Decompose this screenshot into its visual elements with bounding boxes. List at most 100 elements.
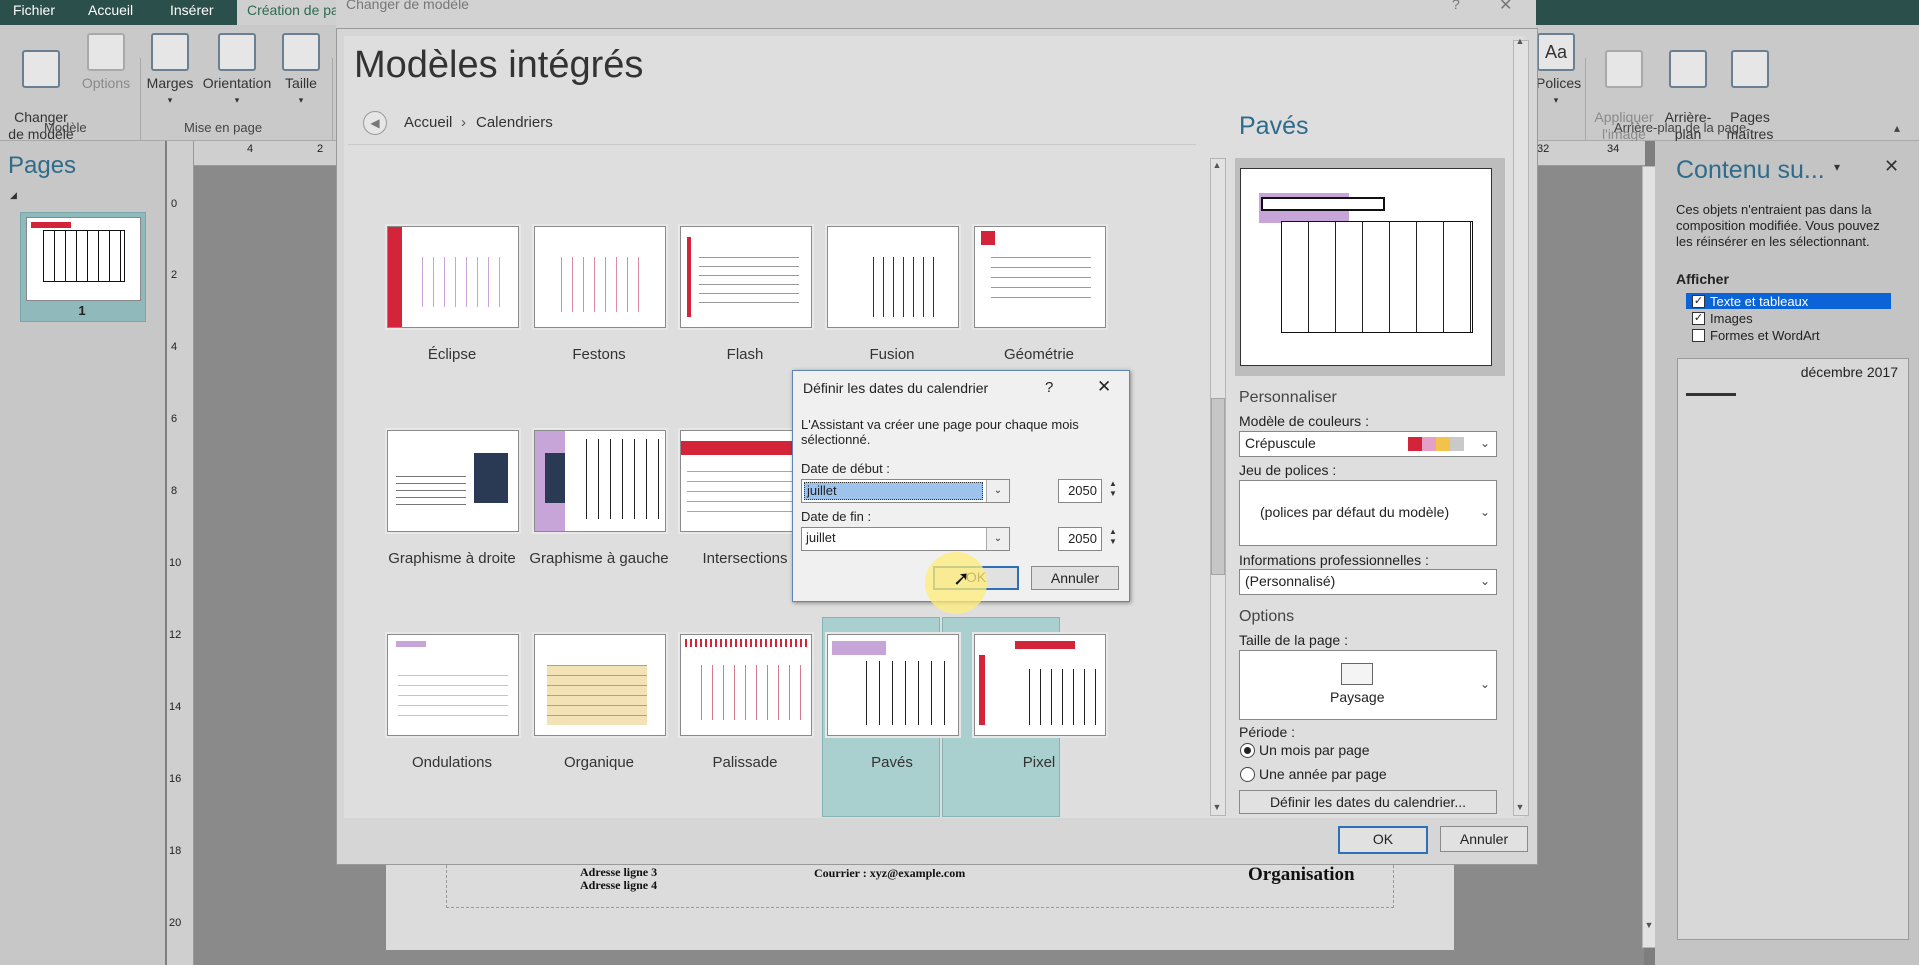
fonts-button[interactable]: Aa Polices ▾ xyxy=(1536,33,1581,109)
template-pixel[interactable] xyxy=(974,634,1106,736)
orientation-button[interactable]: Orientation ▾ xyxy=(198,33,276,109)
start-month-select[interactable]: juillet ⌄ xyxy=(801,479,1010,503)
landscape-page-icon xyxy=(1341,663,1373,685)
personnaliser-heading: Personnaliser xyxy=(1239,389,1337,406)
scroll-up-arrow-icon[interactable]: ▲ xyxy=(1210,158,1224,172)
scroll-down-arrow-icon[interactable]: ▼ xyxy=(1513,800,1527,814)
gallery-scroll-thumb[interactable] xyxy=(1211,398,1225,575)
pane-menu-chevron-icon[interactable]: ▾ xyxy=(1834,160,1840,174)
checkbox-images[interactable]: ✓ xyxy=(1692,312,1705,325)
dialog-heading: Modèles intégrés xyxy=(354,44,644,86)
page-thumbnail[interactable] xyxy=(26,217,141,301)
template-label: Fusion xyxy=(869,346,915,363)
list-item-date[interactable]: décembre 2017 xyxy=(1801,364,1898,380)
background-icon xyxy=(1669,50,1707,88)
end-year-input[interactable]: 2050 xyxy=(1058,527,1102,551)
content-items-list[interactable]: décembre 2017 xyxy=(1677,358,1909,940)
master-pages-icon xyxy=(1731,50,1769,88)
close-pane-icon[interactable]: ✕ xyxy=(1884,156,1899,177)
content-pane-title: Contenu su... xyxy=(1676,156,1825,184)
tab-accueil[interactable]: Accueil xyxy=(78,0,143,25)
close-icon[interactable]: ✕ xyxy=(1097,377,1111,397)
page-size-select[interactable]: Paysage ⌄ xyxy=(1239,650,1497,720)
orientation-icon xyxy=(218,33,256,71)
radio-label: Un mois par page xyxy=(1259,742,1370,758)
checkbox-shapes-wordart[interactable] xyxy=(1692,329,1705,342)
template-flash[interactable] xyxy=(680,226,812,328)
chevron-down-icon[interactable]: ⌄ xyxy=(986,528,1009,550)
dialog-cancel-button[interactable]: Annuler xyxy=(1440,826,1528,852)
content-pane-description: Ces objets n'entraient pas dans la compo… xyxy=(1676,202,1880,249)
page-number: 1 xyxy=(78,303,86,318)
collapse-ribbon-icon[interactable]: ▴ xyxy=(1894,121,1900,135)
options-icon xyxy=(87,33,125,71)
template-label: Pixel xyxy=(1022,754,1056,771)
tab-inserer[interactable]: Insérer xyxy=(160,0,224,25)
scroll-up-arrow-icon[interactable]: ▲ xyxy=(1513,34,1527,48)
end-month-select[interactable]: juillet ⌄ xyxy=(801,527,1010,551)
template-label: Organique xyxy=(563,754,635,771)
template-ondulations[interactable] xyxy=(387,634,519,736)
options-button[interactable]: Options xyxy=(78,33,134,92)
size-button[interactable]: Taille ▾ xyxy=(280,33,322,109)
color-scheme-select[interactable]: Crépuscule ⌄ xyxy=(1239,431,1497,457)
tab-fichier[interactable]: Fichier xyxy=(3,0,65,25)
business-info-label: Informations professionnelles : xyxy=(1239,552,1429,568)
list-item-text-preview[interactable] xyxy=(1686,393,1736,396)
radio-one-month-per-page[interactable] xyxy=(1240,743,1255,758)
chevron-down-icon: ⌄ xyxy=(1479,436,1490,450)
template-festons[interactable] xyxy=(534,226,666,328)
year-spinner-icon[interactable]: ▲ ▼ xyxy=(1106,479,1120,501)
template-graphisme-gauche[interactable] xyxy=(534,430,666,532)
template-label: Ondulations xyxy=(411,754,493,771)
help-icon[interactable]: ? xyxy=(1452,0,1460,12)
template-geometrie[interactable] xyxy=(974,226,1106,328)
back-arrow-icon[interactable]: ◀ xyxy=(363,111,387,135)
change-template-icon xyxy=(22,50,60,88)
scroll-down-arrow-icon[interactable]: ▼ xyxy=(1642,918,1656,932)
define-dates-button[interactable]: Définir les dates du calendrier... xyxy=(1239,790,1497,814)
font-scheme-select[interactable]: (polices par défaut du modèle) ⌄ xyxy=(1239,480,1497,546)
date-dialog-description: L'Assistant va créer une page pour chaqu… xyxy=(801,417,1079,447)
chevron-down-icon[interactable]: ⌄ xyxy=(986,480,1009,502)
template-graphisme-droite[interactable] xyxy=(387,430,519,532)
template-organique[interactable] xyxy=(534,634,666,736)
group-label-modele: Modèle xyxy=(44,120,87,135)
date-cancel-button[interactable]: Annuler xyxy=(1031,566,1119,590)
date-dialog-title: Définir les dates du calendrier xyxy=(803,380,989,396)
mouse-cursor-icon: ➚ xyxy=(953,568,970,590)
scroll-down-arrow-icon[interactable]: ▼ xyxy=(1210,800,1224,814)
radio-one-year-per-page[interactable] xyxy=(1240,767,1255,782)
template-fusion[interactable] xyxy=(827,226,959,328)
options-scrollbar[interactable] xyxy=(1513,40,1529,816)
template-label: Pavés xyxy=(871,754,913,771)
template-label: Graphisme à droite xyxy=(388,550,516,567)
color-swatch xyxy=(1436,437,1450,451)
radio-label: Une année par page xyxy=(1259,766,1387,782)
dialog-ok-button[interactable]: OK xyxy=(1338,826,1428,854)
template-palissade[interactable] xyxy=(680,634,812,736)
checkbox-label: Texte et tableaux xyxy=(1710,294,1809,309)
breadcrumb-calendriers: Calendriers xyxy=(476,114,553,131)
year-spinner-icon[interactable]: ▲ ▼ xyxy=(1106,527,1120,549)
close-icon[interactable]: ✕ xyxy=(1499,0,1512,15)
color-swatch xyxy=(1450,437,1464,451)
font-scheme-label: Jeu de polices : xyxy=(1239,462,1337,478)
template-eclipse[interactable] xyxy=(387,226,519,328)
checkbox-text-tables[interactable]: ✓ xyxy=(1692,295,1705,308)
template-paves[interactable] xyxy=(827,634,959,736)
period-label: Période : xyxy=(1239,724,1296,740)
start-year-input[interactable]: 2050 xyxy=(1058,479,1102,503)
help-icon[interactable]: ? xyxy=(1045,379,1053,396)
business-info-select[interactable]: (Personnalisé) ⌄ xyxy=(1239,569,1497,595)
template-label: Éclipse xyxy=(427,346,477,363)
template-label: Flash xyxy=(726,346,764,363)
collapse-triangle-icon[interactable]: ◢ xyxy=(10,190,17,201)
chevron-down-icon: ⌄ xyxy=(1479,677,1490,691)
dialog-titlebar: Changer de modèle ? ✕ xyxy=(336,0,1536,28)
pages-pane-title: Pages xyxy=(8,152,77,179)
margins-button[interactable]: Marges ▾ xyxy=(145,33,195,109)
breadcrumb-accueil[interactable]: Accueil xyxy=(404,114,452,131)
vertical-ruler: 0 2 4 6 8 10 12 14 16 18 20 xyxy=(167,141,194,965)
afficher-label: Afficher xyxy=(1676,271,1729,287)
